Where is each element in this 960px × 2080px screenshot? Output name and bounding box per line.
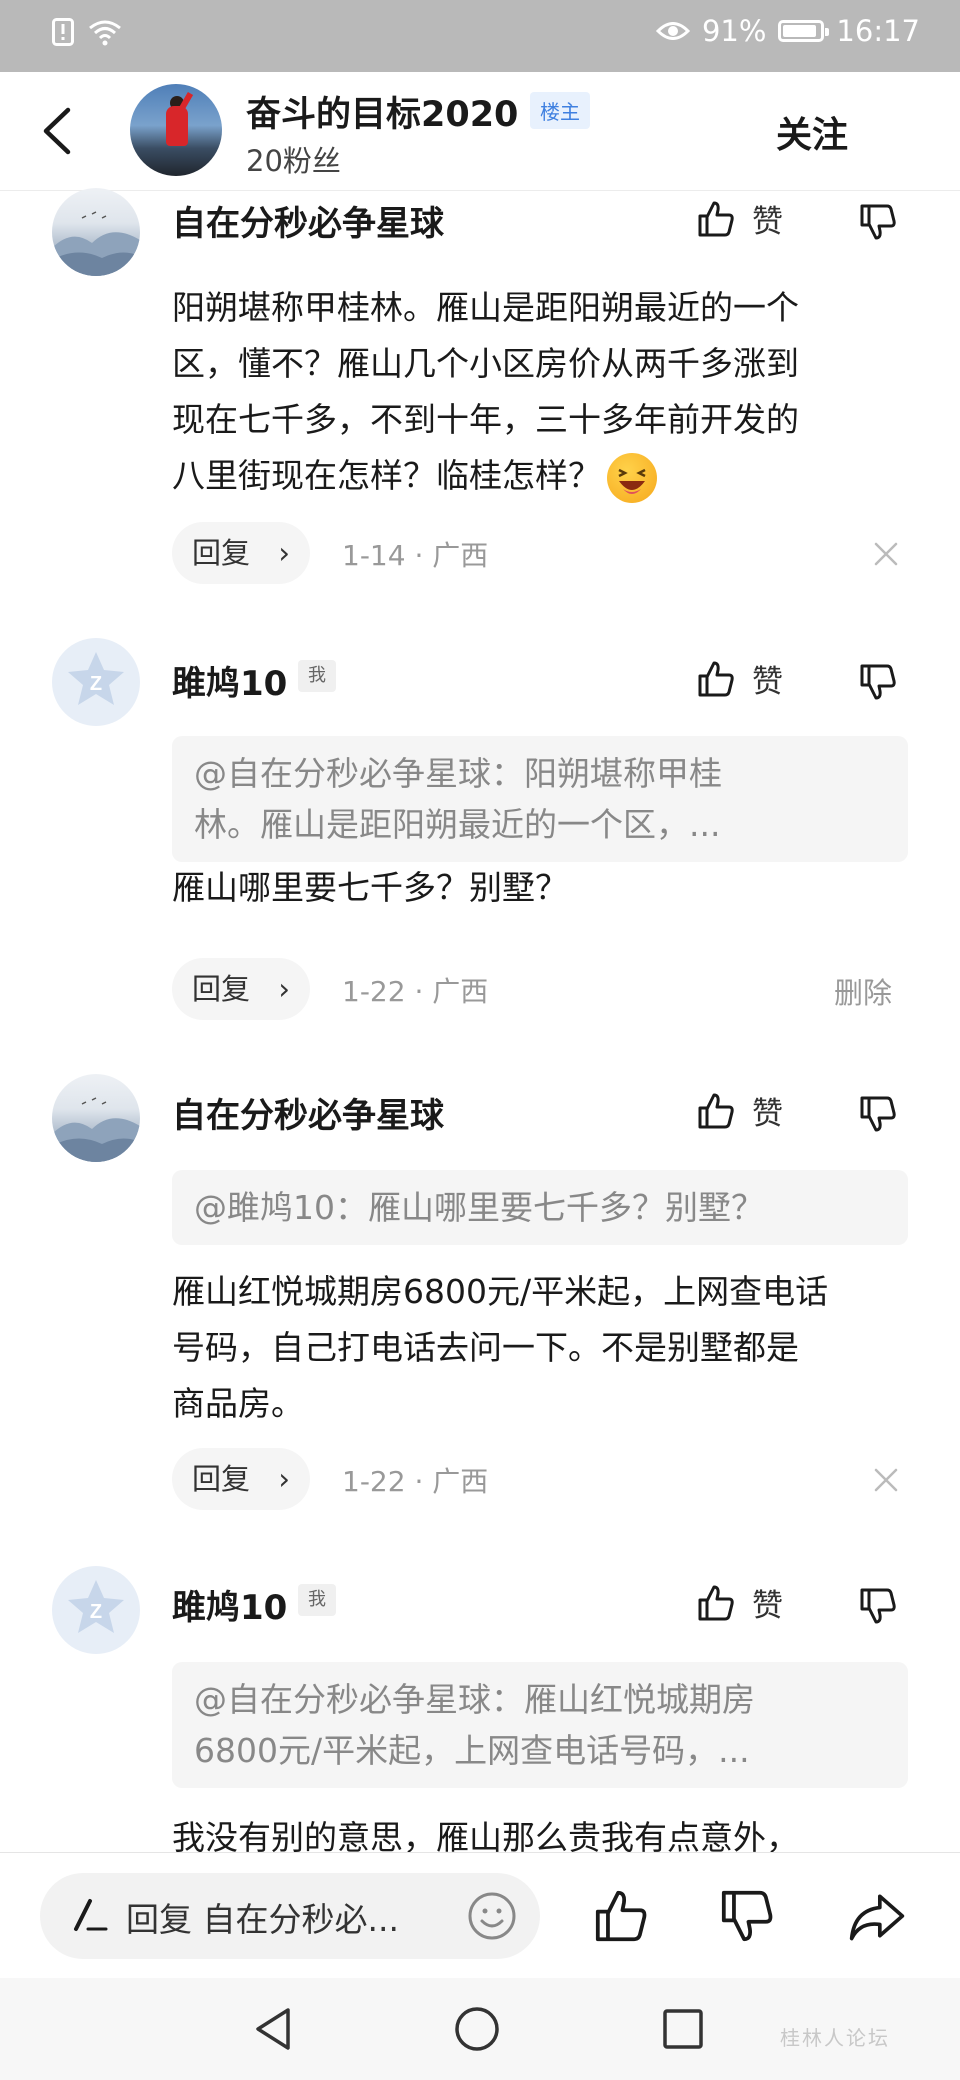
nav-recent-icon[interactable] xyxy=(662,2008,704,2050)
owner-name[interactable]: 奋斗的目标2020 xyxy=(246,86,518,137)
back-arrow-icon[interactable] xyxy=(34,104,84,158)
chevron-right-icon: › xyxy=(278,536,290,570)
reply-input-placeholder: 回复 自在分秒必... xyxy=(126,1900,399,1939)
reply-button[interactable]: 回复 › xyxy=(172,1448,310,1510)
quoted-comment[interactable]: @自在分秒必争星球：雁山红悦城期房 6800元/平米起，上网查电话号码，... xyxy=(172,1662,908,1788)
wifi-icon xyxy=(89,20,121,46)
like-label: 赞 xyxy=(752,1588,783,1624)
pen-icon xyxy=(74,1899,108,1931)
reply-input[interactable]: 回复 自在分秒必... xyxy=(40,1873,540,1959)
comment-item: 自在分秒必争星球 赞 @雎鸠10：雁山哪里要七千多？别墅？ 雁山红悦城期房680… xyxy=(0,1072,960,1512)
reply-button[interactable]: 回复 › xyxy=(172,958,310,1020)
reply-button[interactable]: 回复 › xyxy=(172,522,310,584)
quoted-comment[interactable]: @雎鸠10：雁山哪里要七千多？别墅？ xyxy=(172,1170,908,1245)
comment-text: 雁山哪里要七千多？别墅？ xyxy=(172,868,568,907)
alert-icon xyxy=(52,18,74,46)
emoji-icon[interactable] xyxy=(466,1890,518,1942)
laughing-emoji-icon xyxy=(607,452,657,503)
watermark: 桂林人论坛 xyxy=(780,2026,890,2050)
chevron-right-icon: › xyxy=(278,972,290,1006)
thumbs-up-icon xyxy=(698,201,734,236)
avatar[interactable] xyxy=(52,1074,140,1162)
follow-button[interactable]: 关注 xyxy=(776,106,848,158)
battery-percent: 91% xyxy=(701,14,767,48)
thumbs-down-icon[interactable] xyxy=(858,662,898,702)
thumbs-down-icon[interactable] xyxy=(858,202,898,242)
battery-icon xyxy=(778,20,830,42)
close-icon[interactable] xyxy=(872,540,900,568)
comment-meta: 1-14 · 广西 xyxy=(342,539,489,572)
comment-item: Z 雎鸠10 我 赞 @自在分秒必争星球：雁山红悦城期房 6800元/平米起，上… xyxy=(0,1564,960,1852)
delete-button[interactable]: 删除 xyxy=(834,970,892,1012)
username[interactable]: 自在分秒必争星球 xyxy=(172,196,444,245)
thumbs-down-icon[interactable] xyxy=(858,1586,898,1626)
comment-text: 阳朔堪称甲桂林。雁山是距阳朔最近的一个 区，懂不？雁山几个小区房价从两千多涨到 … xyxy=(172,280,912,504)
clock: 16:17 xyxy=(836,14,920,48)
thumbs-up-icon[interactable] xyxy=(592,1887,650,1945)
svg-text:Z: Z xyxy=(90,1601,102,1623)
username[interactable]: 自在分秒必争星球 xyxy=(172,1088,444,1137)
owner-avatar[interactable] xyxy=(130,84,222,176)
eye-icon xyxy=(655,22,690,40)
svg-text:Z: Z xyxy=(90,673,102,695)
avatar[interactable]: Z xyxy=(52,638,140,726)
bottom-action-bar: 回复 自在分秒必... xyxy=(0,1852,960,1979)
close-icon[interactable] xyxy=(872,1466,900,1494)
post-header: 奋斗的目标2020 楼主 20粉丝 关注 xyxy=(0,72,960,191)
like-button[interactable]: 赞 xyxy=(696,1088,783,1133)
nav-home-icon[interactable] xyxy=(454,2006,500,2052)
comment-text: 我没有别的意思，雁山那么贵我有点意外， xyxy=(172,1818,799,1852)
like-label: 赞 xyxy=(752,1096,783,1132)
system-nav-bar: 桂林人论坛 xyxy=(0,1978,960,2080)
nav-back-icon[interactable] xyxy=(252,2006,296,2052)
comment-meta: 1-22 · 广西 xyxy=(342,975,489,1008)
me-badge: 我 xyxy=(298,1584,336,1616)
comment-item: 自在分秒必争星球 赞 阳朔堪称甲桂林。雁山是距阳朔最近的一个 区，懂不？雁山几个… xyxy=(0,188,960,590)
status-bar: 91% 16:17 xyxy=(0,0,960,72)
username[interactable]: 雎鸠10 xyxy=(172,1580,287,1629)
chevron-right-icon: › xyxy=(278,1462,290,1496)
thumbs-down-icon[interactable] xyxy=(718,1887,776,1945)
fans-count: 20粉丝 xyxy=(246,144,341,178)
like-button[interactable]: 赞 xyxy=(696,196,783,241)
owner-badge: 楼主 xyxy=(530,92,590,129)
me-badge: 我 xyxy=(298,660,336,692)
like-label: 赞 xyxy=(752,204,783,240)
comment-item: Z 雎鸠10 我 赞 @自在分秒必争星球：阳朔堪称甲桂 林。雁山是距阳朔最近的一… xyxy=(0,636,960,1036)
comment-meta: 1-22 · 广西 xyxy=(342,1465,489,1498)
username[interactable]: 雎鸠10 xyxy=(172,656,287,705)
comment-text: 雁山红悦城期房6800元/平米起，上网查电话 号码，自己打电话去问一下。不是别墅… xyxy=(172,1272,829,1423)
thumbs-up-icon xyxy=(698,661,734,696)
share-icon[interactable] xyxy=(846,1887,908,1945)
like-label: 赞 xyxy=(752,664,783,700)
quoted-comment[interactable]: @自在分秒必争星球：阳朔堪称甲桂 林。雁山是距阳朔最近的一个区，... xyxy=(172,736,908,862)
thumbs-down-icon[interactable] xyxy=(858,1094,898,1134)
like-button[interactable]: 赞 xyxy=(696,1580,783,1625)
thumbs-up-icon xyxy=(698,1585,734,1620)
avatar[interactable]: Z xyxy=(52,1566,140,1654)
like-button[interactable]: 赞 xyxy=(696,656,783,701)
avatar[interactable] xyxy=(52,188,140,276)
thumbs-up-icon xyxy=(698,1093,734,1128)
